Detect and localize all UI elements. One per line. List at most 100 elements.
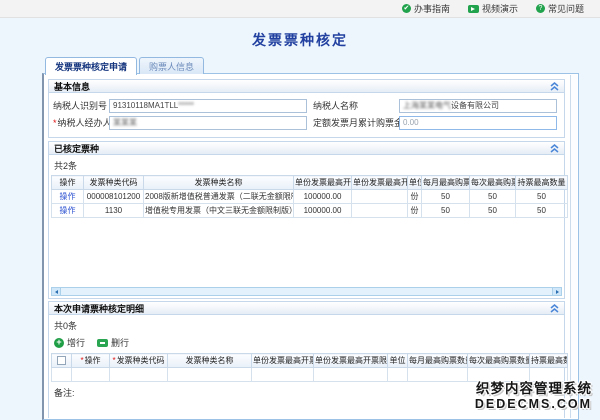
table-header-row: *操作 *发票种类代码 发票种类名称 单份发票最高开票限 单份发票最高开票限额特… [52, 354, 568, 368]
content-panel: 基本信息 纳税人识别号 91310118MA1TLL ***** 纳税人名称 上… [42, 73, 579, 420]
table-cell: 100000.00 [294, 204, 352, 218]
delete-row-button[interactable]: 删行 [97, 336, 129, 349]
plus-icon: + [54, 338, 64, 348]
horizontal-scrollbar[interactable] [51, 287, 562, 296]
form-row: 纳税人识别号 91310118MA1TLL ***** 纳税人名称 上海某某电气… [51, 97, 562, 114]
quota-field[interactable]: 0.00 [399, 116, 557, 130]
taxpayer-name-value: 设备有限公司 [451, 100, 499, 111]
quota-value: 0.00 [403, 118, 419, 127]
col-header: *发票种类代码 [110, 354, 168, 368]
guide-icon: ✔ [402, 4, 411, 13]
table-cell: 增值税专用发票（中文三联无金额限制版） [144, 204, 294, 218]
table-cell: 50 [470, 190, 516, 204]
taxpayer-name-label: 纳税人名称 [307, 99, 399, 112]
taxpayer-name-field[interactable]: 上海某某电气 设备有限公司 [399, 99, 557, 113]
col-header: 操作 [52, 176, 84, 190]
col-header: 单位 [388, 354, 408, 368]
table-cell [352, 190, 408, 204]
guide-link-label: 办事指南 [414, 2, 450, 15]
basic-info-title: 基本信息 [54, 80, 90, 93]
basic-info-header: 基本信息 [48, 79, 565, 93]
table-row: 操作 000008101200 2008版新增值税普通发票（二联无金额限制版） … [52, 190, 568, 204]
add-row-label: 增行 [67, 336, 85, 349]
col-header: 持票最高数量 [530, 354, 568, 368]
col-header: 单位 [408, 176, 422, 190]
table-cell: 份 [408, 204, 422, 218]
apply-detail-title: 本次申请票种核定明细 [54, 302, 144, 315]
verified-types-body: 共2条 操作 发票种类代码 发票种类名称 单份发票最高开票 单份发票最高开票限 … [48, 155, 565, 299]
table-cell: 50 [516, 190, 568, 204]
col-header: 每次最高购票数量 [468, 354, 530, 368]
col-header: 发票种类名称 [168, 354, 252, 368]
collapse-apply-icon[interactable] [550, 304, 559, 313]
table-cell: 50 [516, 204, 568, 218]
verified-types-table: 操作 发票种类代码 发票种类名称 单份发票最高开票 单份发票最高开票限 单位 每… [51, 175, 568, 218]
verified-types-header: 已核定票种 [48, 141, 565, 155]
watermark-line2: DEDECMS.COM [475, 397, 592, 412]
video-demo-link[interactable]: 视频演示 [468, 2, 518, 15]
agent-value: 某某某 [113, 117, 137, 128]
tab-invoice-type-apply[interactable]: 发票票种核定申请 [45, 57, 137, 75]
empty-row [52, 368, 568, 382]
basic-info-body: 纳税人识别号 91310118MA1TLL ***** 纳税人名称 上海某某电气… [48, 93, 565, 138]
taxpayer-name-masked: 上海某某电气 [403, 100, 451, 111]
quota-label: 定额发票月累计购票金额 [307, 116, 399, 129]
table-cell: 50 [422, 204, 470, 218]
taxpayer-id-label: 纳税人识别号 [51, 99, 109, 112]
scroll-left-button[interactable] [52, 288, 61, 295]
faq-link[interactable]: ? 常见问题 [536, 2, 584, 15]
col-header: 发票种类代码 [84, 176, 144, 190]
faq-link-label: 常见问题 [548, 2, 584, 15]
verified-types-title: 已核定票种 [54, 142, 99, 155]
agent-field[interactable]: 某某某 [109, 116, 307, 130]
col-header: 单份发票最高开票限 [252, 354, 314, 368]
video-icon [468, 5, 479, 13]
main-container: 发票票种核定申请 购票人信息 基本信息 纳税人识别号 91310118MA1TL… [42, 57, 579, 420]
question-icon: ? [536, 4, 545, 13]
col-header: 每月最高购票数 [422, 176, 470, 190]
taxpayer-id-value: 91310118MA1TLL [113, 101, 178, 110]
table-cell: 2008版新增值税普通发票（二联无金额限制版） [144, 190, 294, 204]
table-cell: 1130 [84, 204, 144, 218]
taxpayer-id-masked: ***** [178, 101, 194, 110]
add-row-button[interactable]: + 增行 [54, 336, 85, 349]
page-title: 发票票种核定 [0, 30, 600, 50]
guide-link[interactable]: ✔ 办事指南 [402, 2, 450, 15]
form-row: *纳税人经办人 某某某 定额发票月累计购票金额 0.00 [51, 114, 562, 131]
table-cell: 100000.00 [294, 190, 352, 204]
apply-detail-header: 本次申请票种核定明细 [48, 301, 565, 315]
tab-buyer-info[interactable]: 购票人信息 [139, 57, 204, 74]
required-mark: * [53, 118, 57, 128]
col-header: *操作 [72, 354, 110, 368]
col-header: 每次最高购票数 [470, 176, 516, 190]
delete-row-label: 删行 [111, 336, 129, 349]
table-header-row: 操作 发票种类代码 发票种类名称 单份发票最高开票 单份发票最高开票限 单位 每… [52, 176, 568, 190]
col-header: 单份发票最高开票 [294, 176, 352, 190]
scroll-right-button[interactable] [552, 288, 561, 295]
watermark: 织梦内容管理系统 DEDECMS.COM [475, 381, 592, 412]
taxpayer-id-field[interactable]: 91310118MA1TLL ***** [109, 99, 307, 113]
select-all-checkbox[interactable] [57, 356, 66, 365]
col-header: 单份发票最高开票限额特殊仅 [314, 354, 388, 368]
apply-toolbar: + 增行 删行 [51, 335, 562, 353]
collapse-verified-icon[interactable] [550, 144, 559, 153]
video-link-label: 视频演示 [482, 2, 518, 15]
apply-detail-table: *操作 *发票种类代码 发票种类名称 单份发票最高开票限 单份发票最高开票限额特… [51, 353, 568, 382]
watermark-line1: 织梦内容管理系统 [475, 381, 592, 397]
vertical-scrollbar[interactable] [570, 75, 577, 418]
row-action-link[interactable]: 操作 [60, 192, 76, 201]
topbar: ✔ 办事指南 视频演示 ? 常见问题 [0, 0, 600, 18]
agent-label: *纳税人经办人 [51, 116, 109, 129]
col-header: 持票最高数量 [516, 176, 568, 190]
table-cell: 000008101200 [84, 190, 144, 204]
table-cell [352, 204, 408, 218]
row-action-link[interactable]: 操作 [60, 206, 76, 215]
collapse-basic-icon[interactable] [550, 82, 559, 91]
table-row: 操作 1130 增值税专用发票（中文三联无金额限制版） 100000.00 份 … [52, 204, 568, 218]
apply-count: 共0条 [51, 316, 562, 335]
table-cell: 份 [408, 190, 422, 204]
table-cell: 50 [470, 204, 516, 218]
minus-icon [97, 339, 108, 347]
col-header: 发票种类名称 [144, 176, 294, 190]
tab-bar: 发票票种核定申请 购票人信息 [42, 57, 579, 74]
